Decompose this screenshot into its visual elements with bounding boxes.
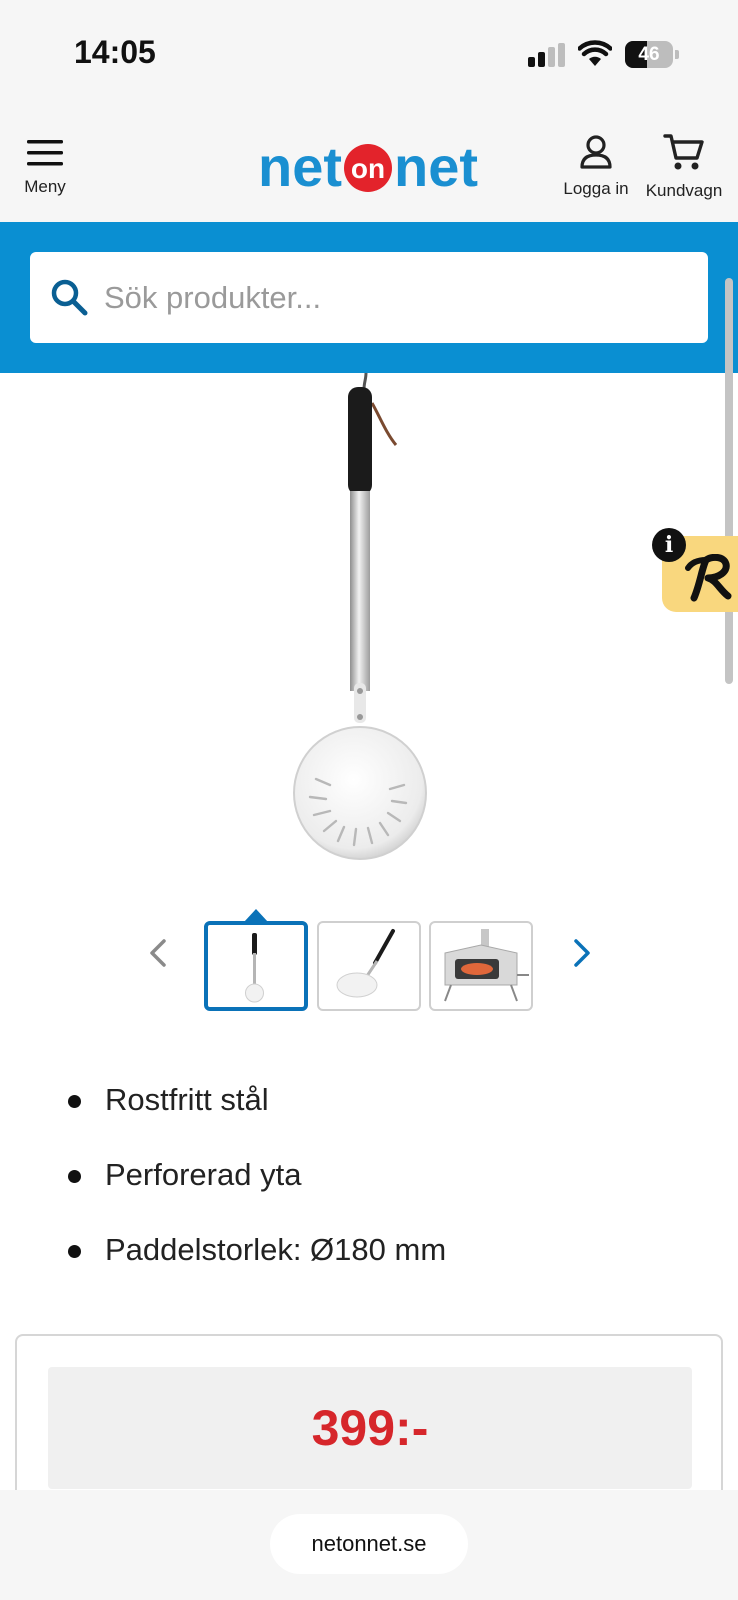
thumbnail-1[interactable]: [204, 921, 308, 1011]
price-card: 399:-: [15, 1334, 723, 1514]
feature-text: Perforerad yta: [105, 1157, 302, 1192]
logo-net-left: net: [258, 136, 342, 198]
browser-bottom-bar: netonnet.se: [0, 1490, 738, 1600]
feature-text: Rostfritt stål: [105, 1082, 269, 1117]
logo-on: on: [351, 153, 385, 184]
status-time: 14:05: [74, 34, 156, 70]
cart-button[interactable]: Kundvagn: [640, 132, 728, 201]
site-header: Meny net on net Logga in Kundvagn: [0, 110, 738, 222]
search-box[interactable]: [30, 252, 708, 343]
bullet: [68, 1095, 81, 1108]
product-image[interactable]: [280, 373, 460, 883]
shopping-cart-icon: [663, 134, 704, 170]
wifi-icon: [578, 40, 612, 66]
bullet: [68, 1170, 81, 1183]
hamburger-menu-icon: [27, 140, 63, 166]
page-scrollbar[interactable]: [725, 278, 733, 684]
menu-button[interactable]: Meny: [14, 138, 76, 197]
login-button[interactable]: Logga in: [560, 134, 632, 199]
pizza-peel-thumbnail: [245, 933, 264, 1003]
pizza-oven-thumbnail: [444, 929, 529, 1002]
search-icon[interactable]: [50, 278, 88, 316]
search-input[interactable]: [104, 252, 694, 343]
user-icon: [580, 135, 612, 169]
chevron-left-icon[interactable]: [142, 933, 178, 973]
netonnet-logo[interactable]: net on net: [258, 136, 480, 198]
thumbnail-3[interactable]: [429, 921, 533, 1011]
cart-label: Kundvagn: [645, 181, 723, 200]
bullet: [68, 1245, 81, 1258]
search-band: [0, 222, 738, 373]
login-label: Logga in: [563, 179, 629, 198]
pizza-peel-angled-thumbnail: [336, 929, 395, 998]
info-icon[interactable]: i: [652, 528, 686, 562]
status-bar: 14:05 46: [0, 0, 738, 110]
menu-label: Meny: [24, 177, 66, 196]
review-logo-icon: [685, 554, 732, 602]
address-bar[interactable]: netonnet.se: [270, 1514, 468, 1574]
product-price: 399:-: [311, 1400, 429, 1456]
logo-net-right: net: [394, 136, 478, 198]
price-panel: 399:-: [48, 1367, 692, 1489]
cellular-signal-icon: [528, 43, 565, 67]
thumbnail-carousel: [0, 905, 738, 1015]
chevron-right-icon[interactable]: [562, 933, 598, 973]
feature-text: Paddelstorlek: Ø180 mm: [105, 1232, 447, 1267]
review-widget-button[interactable]: i: [652, 528, 738, 612]
thumbnail-2[interactable]: [317, 921, 421, 1011]
battery-level: 46: [638, 44, 660, 65]
battery-icon: 46: [625, 41, 679, 68]
